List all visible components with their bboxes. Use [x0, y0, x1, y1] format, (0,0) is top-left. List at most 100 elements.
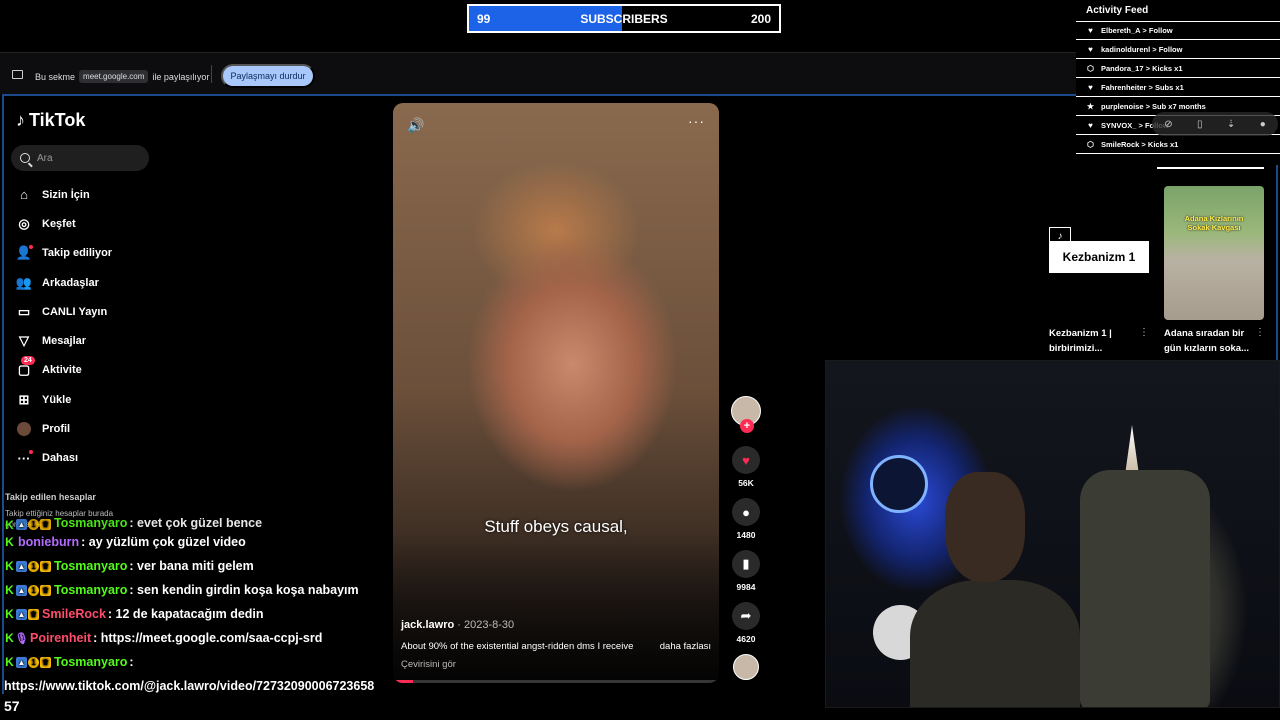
follow-plus-icon[interactable]: + — [740, 419, 754, 433]
home-icon: ⌂ — [20, 187, 28, 203]
overlay-toolbar: ⊘ ▯ ⇣ ● — [1152, 112, 1278, 136]
save-count: 9984 — [736, 582, 756, 592]
chat-badge-icon: K — [5, 607, 14, 621]
suggested-video-title[interactable]: Adana sıradan bir gün kızların soka... — [1164, 326, 1259, 356]
chat-username[interactable]: Tosmanyaro — [54, 655, 127, 669]
share-icon: ➦ — [732, 602, 760, 630]
sidebar-item-explore[interactable]: ◎ Keşfet — [16, 209, 166, 238]
event-icon: ♥ — [1088, 44, 1093, 54]
chat-username[interactable]: Poirenheit — [30, 631, 91, 645]
sidebar-item-label: Yükle — [42, 393, 72, 406]
volume-icon[interactable]: 🔊 — [407, 117, 424, 134]
stream-chat-overlay: K ▲ 1 ♛ Tosmanyaro: evet çok güzel bence Kbon… — [4, 518, 424, 674]
chat-message: Kbonieburn: ay yüzlüm çok güzel video — [4, 530, 424, 554]
chat-username[interactable]: Tosmanyaro — [54, 583, 127, 597]
subscriber-goal-bar: 99 SUBSCRIBERS 200 — [467, 4, 781, 33]
card-more-icon[interactable]: ⋮ — [1139, 327, 1149, 338]
chat-message: K 🎙 Poirenheit: https://meet.google.com/sa… — [4, 626, 424, 650]
comment-icon: ● — [732, 498, 760, 526]
chat-text: : 12 de kapatacağım dedin — [107, 607, 264, 621]
chat-badge-icon: ♛ — [40, 519, 51, 530]
tiktok-note-icon: ♪ — [16, 110, 25, 130]
more-options-icon[interactable]: ··· — [688, 113, 705, 129]
video-caption-line: About 90% of the existential angst-ridde… — [401, 641, 711, 652]
like-button[interactable]: ♥ 56K — [729, 446, 763, 488]
subscriber-label: SUBSCRIBERS — [580, 12, 668, 26]
creator-avatar-button[interactable]: + — [729, 396, 763, 433]
sidebar-item-friends[interactable]: 👥 Arkadaşlar — [16, 268, 166, 297]
search-input[interactable] — [37, 145, 141, 171]
share-button[interactable]: ➦ 4620 — [729, 602, 763, 644]
link-icon[interactable]: ⊘ — [1164, 119, 1172, 130]
notification-dot — [29, 449, 33, 454]
heart-icon: ♥ — [732, 446, 760, 474]
search-box[interactable] — [11, 145, 149, 171]
chat-username[interactable]: Tosmanyaro — [54, 559, 127, 573]
chat-text: : evet çok güzel bence — [129, 518, 263, 530]
video-player[interactable]: 🔊 ··· Stuff obeys causal, jack.lawro · 2… — [393, 103, 719, 683]
live-icon: ▭ — [17, 303, 31, 319]
chat-badge-icon: ▲ — [16, 656, 27, 668]
sidebar-item-for-you[interactable]: ⌂ Sizin İçin — [16, 180, 166, 209]
activity-feed-text: Elbereth_A > Follow — [1101, 26, 1173, 35]
bookmark-icon: ▮ — [732, 550, 760, 578]
chat-message: K ▲ 1 ♛ Tosmanyaro: sen kendin girdin koşa k… — [4, 578, 424, 602]
video-author[interactable]: jack.lawro — [401, 619, 454, 631]
sidebar-item-profile[interactable]: Profil — [16, 414, 166, 443]
sidebar-item-more[interactable]: ··· Dahası — [16, 444, 166, 473]
activity-feed-item: ⬡ Pandora_17 > Kicks x1 — [1076, 59, 1280, 78]
activity-feed-title: Activity Feed — [1086, 5, 1149, 16]
chat-text: : — [129, 655, 134, 669]
see-more-link[interactable]: daha fazlası — [660, 641, 711, 652]
chat-badge-icon: ▲ — [16, 608, 27, 620]
chat-badge-icon: ▲ — [16, 519, 27, 530]
upload-icon: ⊞ — [18, 391, 30, 407]
event-icon: ♥ — [1088, 26, 1093, 35]
activity-feed-item: ♥ Elbereth_A > Follow — [1076, 21, 1280, 40]
chat-username[interactable]: Tosmanyaro — [54, 518, 127, 530]
chat-username[interactable]: bonieburn — [18, 535, 79, 549]
activity-feed-item: ⬡ SmileRock > Kicks x1 — [1076, 135, 1280, 154]
sidebar-item-label: Aktivite — [42, 364, 82, 377]
activity-feed-text: SmileRock > Kicks x1 — [1101, 139, 1179, 149]
screen-share-icon — [12, 70, 23, 79]
sharing-notice: Bu sekme meet.google.com ile paylaşılıyo… — [35, 70, 209, 83]
chat-username[interactable]: SmileRock — [42, 607, 106, 621]
sidebar-item-label: Arkadaşlar — [42, 276, 99, 289]
subscriber-goal: 200 — [750, 12, 771, 26]
notification-dot — [29, 244, 33, 249]
chat-badge-icon: K — [5, 655, 14, 669]
followed-accounts-heading: Takip edilen hesaplar — [5, 492, 96, 502]
chat-message: K ▲ 1 ♛ Tosmanyaro: evet çok güzel bence — [4, 518, 424, 530]
sidebar-item-messages[interactable]: ▽ Mesajlar — [16, 326, 166, 355]
sound-avatar-button[interactable] — [729, 654, 763, 680]
stop-sharing-button[interactable]: Paylaşmayı durdur — [221, 64, 315, 88]
suggested-video-title[interactable]: Kezbanizm 1 | birbirimizi... — [1049, 326, 1144, 356]
phone-icon[interactable]: ▯ — [1197, 119, 1203, 130]
avatar: + — [731, 396, 761, 433]
chat-text: : ay yüzlüm çok güzel video — [81, 535, 246, 549]
suggested-video-card[interactable]: ♪ Kezbanizm 1 — [1049, 186, 1149, 320]
sidebar-item-label: CANLI Yayın — [42, 305, 108, 318]
chat-message: K ▲ ♛ SmileRock: 12 de kapatacağım dedin — [4, 602, 424, 626]
event-icon: ♥ — [1088, 120, 1093, 130]
chat-badge-icon: ♛ — [40, 656, 51, 668]
chat-badge-icon: 🎙 — [14, 632, 29, 645]
compass-icon: ◎ — [18, 215, 30, 231]
see-translation-link[interactable]: Çevirisini gör — [401, 659, 456, 670]
sidebar-item-activity[interactable]: ▢ 24 Aktivite — [16, 355, 166, 385]
suggested-video-card[interactable]: Adana Kızlarının Sokak Kavgası — [1164, 186, 1264, 320]
sidebar-item-upload[interactable]: ⊞ Yükle — [16, 385, 166, 414]
sidebar-item-label: Profil — [42, 423, 71, 436]
card-more-icon[interactable]: ⋮ — [1255, 327, 1265, 338]
chat-badge-icon: 1 — [28, 519, 39, 530]
tiktok-logo[interactable]: ♪ TikTok — [16, 110, 85, 131]
avatar[interactable]: ● — [1260, 119, 1266, 130]
chat-badge-icon: K — [5, 535, 14, 549]
comment-button[interactable]: ● 1480 — [729, 498, 763, 540]
video-progress-bar[interactable] — [393, 680, 719, 683]
download-icon[interactable]: ⇣ — [1227, 119, 1235, 130]
sidebar-item-following[interactable]: 👤 Takip ediliyor — [16, 239, 166, 268]
sidebar-item-live[interactable]: ▭ CANLI Yayın — [16, 297, 166, 326]
save-button[interactable]: ▮ 9984 — [729, 550, 763, 592]
